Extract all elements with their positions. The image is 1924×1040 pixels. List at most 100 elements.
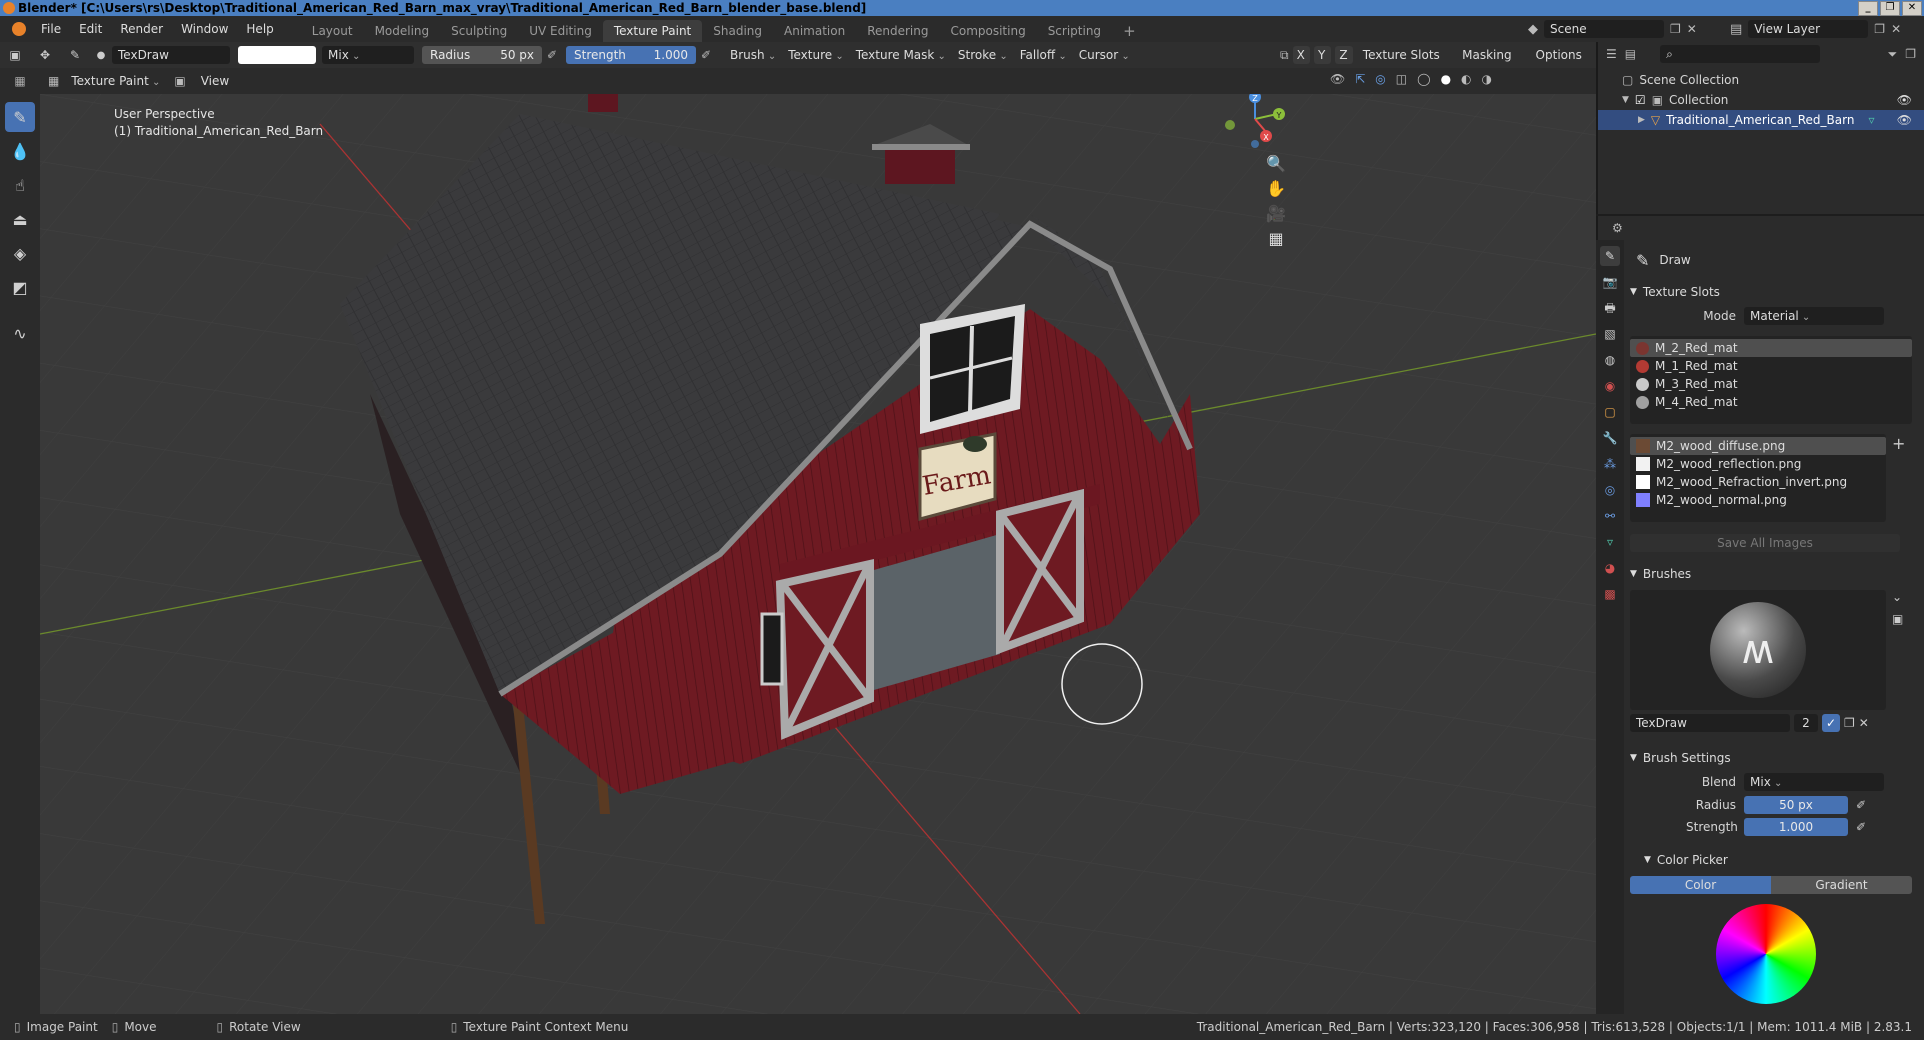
mode-dropdown[interactable]: Texture Paint [65,72,166,90]
tab-compositing[interactable]: Compositing [939,20,1036,42]
fill-tool-icon[interactable]: ◈ [5,238,35,268]
mode-dropdown-props[interactable]: Material [1744,307,1884,325]
outliner-row-collection[interactable]: ▼ ☑ ▣ Collection 👁 [1598,90,1924,110]
falloff-menu[interactable]: Falloff [1014,46,1073,64]
new-scene-icon[interactable]: ❐ [1670,22,1681,36]
image-slot-item[interactable]: M2_wood_Refraction_invert.png [1630,473,1886,491]
tab-sculpting[interactable]: Sculpting [440,20,518,42]
delete-view-layer-icon[interactable]: ✕ [1891,22,1901,36]
tab-uv-editing[interactable]: UV Editing [518,20,603,42]
collection-checkbox-icon[interactable]: ☑ [1635,93,1646,107]
outliner-editor-icon[interactable]: ☰ [1606,47,1617,61]
data-tab-icon[interactable]: ▿ [1600,532,1620,552]
color-tab[interactable]: Color [1630,876,1771,894]
delete-scene-icon[interactable]: ✕ [1687,22,1697,36]
particles-tab-icon[interactable]: ⁂ [1600,454,1620,474]
texture-slots-menu[interactable]: Texture Slots [1357,46,1452,64]
brush-image-icon[interactable]: ▣ [1892,612,1903,626]
strength-pressure-props-icon[interactable]: ✐ [1856,820,1866,834]
constraints-tab-icon[interactable]: ⚯ [1600,506,1620,526]
brushes-section-header[interactable]: ▼ Brushes [1626,562,1920,586]
texture-mask-menu[interactable]: Texture Mask [850,46,952,64]
brush-color-swatch[interactable] [238,46,316,64]
mirror-x-toggle[interactable]: X [1292,46,1310,64]
smear-tool-icon[interactable]: ☝ [5,170,35,200]
image-slot-item[interactable]: M2_wood_diffuse.png [1630,437,1886,455]
expand-object-icon[interactable]: ▶ [1638,115,1645,125]
clone-tool-icon[interactable]: ⏏ [5,204,35,234]
gizmo-toggle-icon[interactable]: ⇱ [1355,72,1365,86]
material-slot-item[interactable]: M_2_Red_mat [1630,339,1912,357]
color-wheel[interactable] [1716,904,1816,1004]
close-button[interactable]: ✕ [1902,1,1922,16]
menu-render[interactable]: Render [111,22,172,36]
wireframe-shading-icon[interactable]: ◯ [1417,72,1430,86]
brush-name-input[interactable]: TexDraw [1630,714,1790,732]
image-slot-item[interactable]: M2_wood_normal.png [1630,491,1886,509]
blend-dropdown[interactable]: Mix [322,46,414,64]
minimize-button[interactable]: _ [1858,1,1878,16]
brush-name-field[interactable]: TexDraw [112,46,230,64]
paint-mask-icon[interactable]: ▣ [174,74,185,88]
material-slot-item[interactable]: M_1_Red_mat [1630,357,1912,375]
modifier-tab-icon[interactable]: 🔧 [1600,428,1620,448]
mode-selector[interactable]: ▦ Texture Paint [48,72,166,90]
brush-icon[interactable]: ✎ [60,48,90,62]
add-workspace-button[interactable]: + [1112,20,1147,42]
strength-slider-props[interactable]: 1.000 [1744,818,1848,836]
brush-settings-section-header[interactable]: ▼ Brush Settings [1626,746,1920,770]
fake-user-icon[interactable]: ● [90,50,112,61]
options-menu[interactable]: Options [1530,46,1596,64]
solid-shading-icon[interactable]: ● [1441,72,1451,86]
restore-button[interactable]: ❐ [1880,1,1900,16]
strength-pressure-icon[interactable]: ✐ [696,48,716,62]
image-slot-item[interactable]: M2_wood_reflection.png [1630,455,1886,473]
material-slot-item[interactable]: M_4_Red_mat [1630,393,1912,411]
blend-dropdown-props[interactable]: Mix [1744,773,1884,791]
masking-menu[interactable]: Masking [1456,46,1525,64]
tab-scripting[interactable]: Scripting [1037,20,1112,42]
xray-toggle-icon[interactable]: ◫ [1396,72,1407,86]
outliner-row-scene-collection[interactable]: ▢ Scene Collection [1598,70,1924,90]
editor-type-icon[interactable]: ▣ [0,48,30,62]
tab-modeling[interactable]: Modeling [364,20,441,42]
scene-field[interactable]: Scene [1544,20,1664,38]
pan-hand-icon[interactable]: ✋ [1266,179,1286,198]
menu-help[interactable]: Help [237,22,282,36]
texture-slots-section-header[interactable]: ▼ Texture Slots [1626,280,1920,304]
world-tab-icon[interactable]: ◉ [1600,376,1620,396]
filter-icon[interactable]: ⏷ [1888,47,1898,62]
properties-editor-icon[interactable]: ⚙ [1612,221,1623,235]
brush-menu[interactable]: Brush [724,46,782,64]
draw-tool-icon[interactable]: ✎ [5,102,35,132]
visibility-icon[interactable]: 👁 [1330,72,1345,86]
output-tab-icon[interactable]: 🖶 [1600,298,1620,318]
color-picker-section-header[interactable]: ▼ Color Picker [1626,848,1920,872]
outliner-row-object[interactable]: ▶ ▽ Traditional_American_Red_Barn ▿ 👁 [1598,110,1924,130]
editor-menu-icon[interactable]: ▦ [0,68,40,94]
object-tab-icon[interactable]: ▢ [1600,402,1620,422]
brush-preview[interactable]: ʍ [1630,590,1886,710]
new-view-layer-icon[interactable]: ❐ [1874,22,1885,36]
tool-tab-icon[interactable]: ✎ [1600,246,1620,266]
tab-rendering[interactable]: Rendering [856,20,939,42]
scene-tab-icon[interactable]: ◍ [1600,350,1620,370]
menu-window[interactable]: Window [172,22,237,36]
display-mode-icon[interactable]: ▤ [1625,47,1636,61]
save-all-images-button[interactable]: Save All Images [1630,534,1900,552]
outliner-search-input[interactable]: ⌕ [1660,45,1821,63]
expand-collection-icon[interactable]: ▼ [1622,95,1629,105]
collection-visibility-icon[interactable]: 👁 [1897,93,1912,107]
radius-pressure-icon[interactable]: ✐ [542,48,562,62]
annotate-tool-icon[interactable]: ∿ [5,318,35,348]
radius-slider-props[interactable]: 50 px [1744,796,1848,814]
zoom-icon[interactable]: 🔍 [1266,154,1286,173]
material-tab-icon[interactable]: ◕ [1600,558,1620,578]
material-slot-item[interactable]: M_3_Red_mat [1630,375,1912,393]
unlink-brush-icon[interactable]: ✕ [1859,716,1869,730]
tab-layout[interactable]: Layout [301,20,364,42]
strength-slider[interactable]: Strength 1.000 [566,46,696,64]
cursor-menu[interactable]: Cursor [1073,46,1136,64]
texture-menu[interactable]: Texture [782,46,850,64]
duplicate-brush-icon[interactable]: ❐ [1844,716,1855,730]
